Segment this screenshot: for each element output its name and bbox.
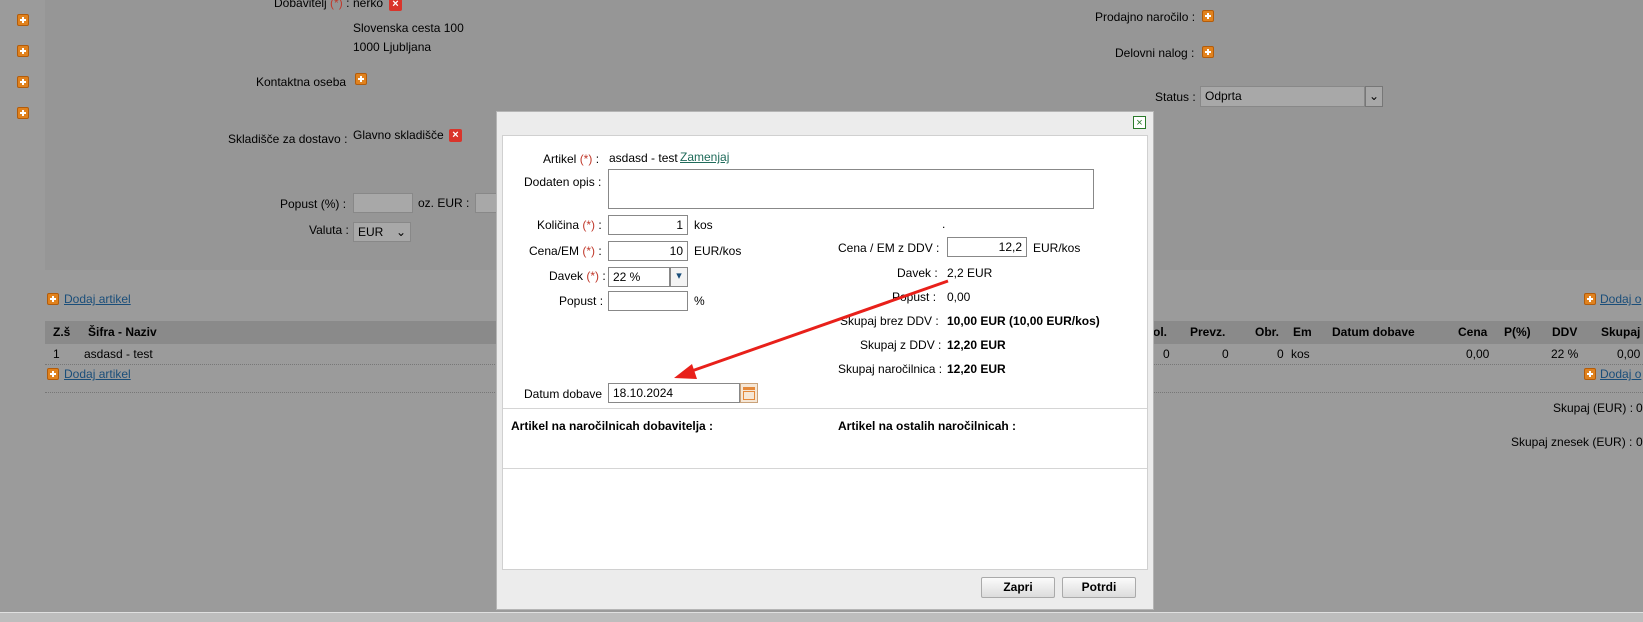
annotation-arrow — [674, 279, 949, 379]
arrow-head — [674, 364, 697, 379]
arrow-line — [685, 279, 949, 375]
